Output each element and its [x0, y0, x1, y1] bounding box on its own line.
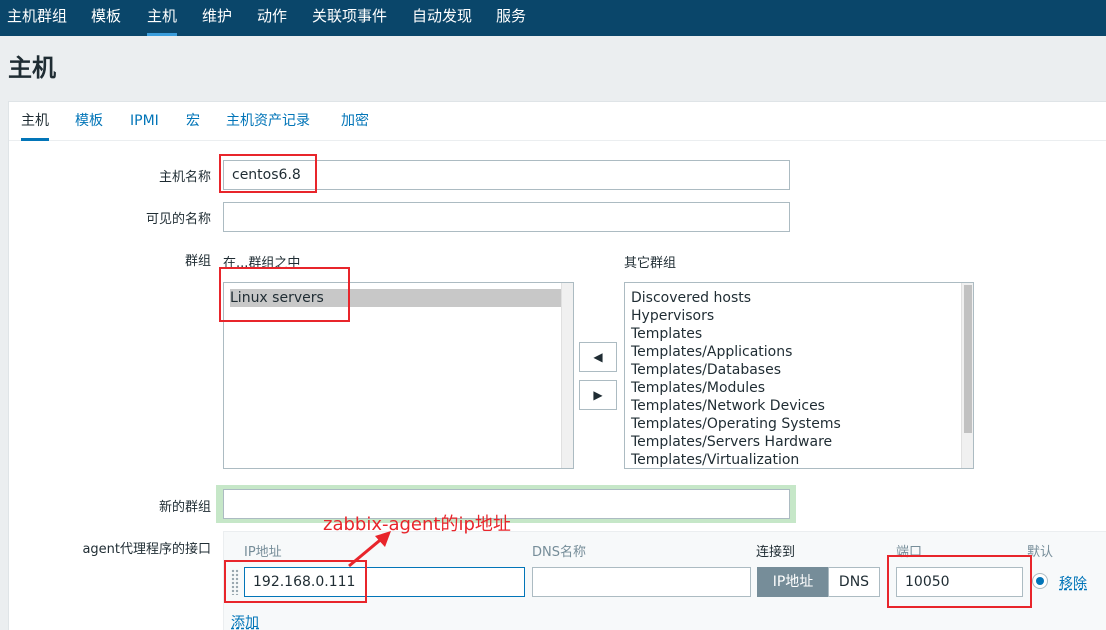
annotation-arrow-icon [348, 531, 391, 568]
list-item[interactable]: Templates/Databases [631, 361, 781, 379]
other-groups-listbox[interactable]: Discovered hosts Hypervisors Templates T… [624, 282, 974, 469]
list-item[interactable]: Linux servers [230, 289, 561, 307]
list-item[interactable]: Templates/Servers Hardware [631, 433, 832, 451]
list-item[interactable]: Templates [631, 325, 702, 343]
column-header-connect-to: 连接到 [756, 545, 796, 560]
host-name-label: 主机名称 [158, 170, 211, 185]
dns-name-input[interactable] [532, 567, 751, 597]
list-item[interactable]: Templates/Operating Systems [631, 415, 841, 433]
column-header-ip: IP地址 [244, 545, 282, 560]
tab-ipmi[interactable]: IPMI [130, 102, 159, 141]
page-title: 主机 [8, 54, 56, 82]
scrollbar[interactable] [561, 283, 573, 468]
scrollbar-thumb[interactable] [964, 285, 972, 433]
column-header-default: 默认 [1027, 545, 1054, 560]
move-right-button[interactable]: ▶ [579, 380, 617, 410]
tab-encryption[interactable]: 加密 [341, 102, 369, 141]
default-radio[interactable] [1032, 573, 1048, 589]
in-groups-listbox[interactable]: Linux servers [223, 282, 574, 469]
tab-host[interactable]: 主机 [21, 102, 49, 141]
nav-host-groups[interactable]: 主机群组 [7, 0, 67, 36]
list-item[interactable]: Discovered hosts [631, 289, 751, 307]
arrow-left-icon: ◀ [593, 350, 603, 364]
scrollbar[interactable] [961, 283, 973, 468]
visible-name-input[interactable] [223, 202, 790, 232]
nav-actions[interactable]: 动作 [257, 0, 287, 36]
host-name-input[interactable] [223, 160, 790, 190]
host-form-panel: 主机 模板 IPMI 宏 主机资产记录 加密 主机名称 可见的名称 群组 在..… [8, 101, 1106, 630]
tab-inventory[interactable]: 主机资产记录 [226, 102, 310, 141]
list-item[interactable]: Templates/Applications [631, 343, 792, 361]
list-item[interactable]: Templates/Virtualization [631, 451, 799, 468]
groups-label: 群组 [184, 254, 211, 269]
nav-templates[interactable]: 模板 [91, 0, 121, 36]
ip-address-input[interactable] [244, 567, 525, 597]
tab-macros[interactable]: 宏 [186, 102, 200, 141]
column-header-dns: DNS名称 [532, 545, 586, 560]
nav-hosts[interactable]: 主机 [147, 0, 178, 36]
arrow-right-icon: ▶ [593, 388, 603, 402]
connect-dns-button[interactable]: DNS [828, 567, 880, 597]
list-item[interactable]: Templates/Modules [631, 379, 765, 397]
visible-name-label: 可见的名称 [145, 212, 211, 227]
drag-handle-icon[interactable] [231, 569, 239, 595]
add-interface-link[interactable]: 添加 [231, 612, 259, 630]
form-tabs: 主机 模板 IPMI 宏 主机资产记录 加密 [9, 102, 1106, 141]
port-input[interactable] [896, 567, 1023, 597]
agent-interface-label: agent代理程序的接口 [82, 542, 211, 557]
in-groups-label: 在...群组之中 [223, 256, 301, 271]
nav-event-correlation[interactable]: 关联项事件 [312, 0, 387, 36]
top-navigation: 主机群组 模板 主机 维护 动作 关联项事件 自动发现 服务 [0, 0, 1106, 36]
column-header-port: 端口 [896, 545, 923, 560]
connect-ip-button[interactable]: IP地址 [757, 567, 829, 597]
new-group-label: 新的群组 [158, 500, 211, 515]
nav-discovery[interactable]: 自动发现 [412, 0, 472, 36]
remove-link[interactable]: 移除 [1059, 573, 1087, 593]
other-groups-label: 其它群组 [624, 256, 677, 271]
list-item[interactable]: Hypervisors [631, 307, 714, 325]
tab-templates[interactable]: 模板 [75, 102, 103, 141]
nav-maintenance[interactable]: 维护 [202, 0, 232, 36]
nav-services[interactable]: 服务 [496, 0, 526, 36]
list-item[interactable]: Templates/Network Devices [631, 397, 825, 415]
move-left-button[interactable]: ◀ [579, 342, 617, 372]
